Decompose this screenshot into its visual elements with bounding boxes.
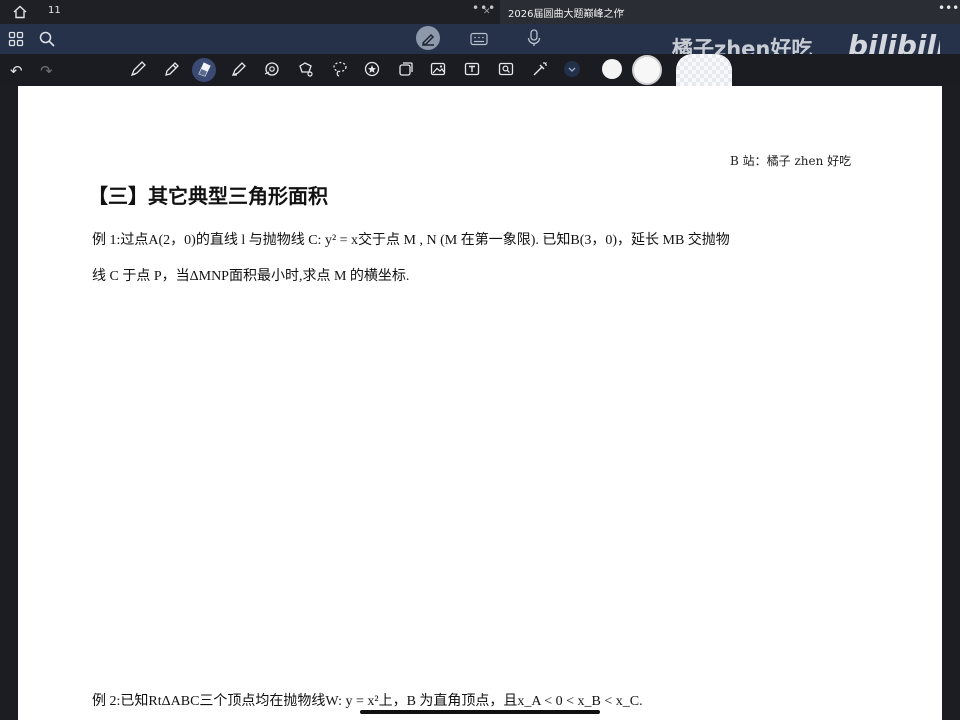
microphone-icon[interactable] (526, 29, 542, 47)
copy-icon[interactable] (396, 59, 416, 79)
example-1-line-2: 线 C 于点 P，当ΔMNP面积最小时,求点 M 的横坐标. (92, 269, 410, 284)
chevron-down-icon[interactable]: ⌄ (618, 4, 626, 15)
example-2-line-1: 例 2:已知RtΔABC三个顶点均在抛物线W: y = x²上，B 为直角顶点，… (92, 694, 643, 709)
search-icon[interactable] (38, 30, 56, 48)
redo-icon[interactable]: ↷ (40, 62, 53, 80)
lasso-icon[interactable] (296, 59, 316, 79)
home-indicator[interactable] (360, 710, 600, 714)
text-icon[interactable] (462, 59, 482, 79)
laser-pointer-icon[interactable] (530, 59, 550, 79)
example-1-line-1: 例 1:过点A(2，0)的直线 l 与抛物线 C: y² = x交于点 M , … (92, 233, 730, 248)
keyboard-icon[interactable] (470, 31, 488, 46)
image-icon[interactable] (428, 59, 448, 79)
document-title[interactable]: 2026届圆曲大题巅峰之作 (508, 5, 623, 20)
thumbnails-grid-icon[interactable] (8, 31, 24, 47)
tab-close-icon[interactable]: ✕ (483, 7, 491, 17)
pen-icon[interactable] (128, 59, 148, 79)
chevron-down-icon[interactable] (562, 59, 582, 79)
eraser-icon[interactable] (194, 59, 214, 79)
image-search-icon[interactable] (496, 59, 516, 79)
undo-icon[interactable]: ↶ (10, 62, 23, 80)
lasso-select-icon[interactable] (330, 59, 350, 79)
handwriting-mode-icon[interactable] (416, 26, 440, 50)
pencil-icon[interactable] (162, 59, 182, 79)
color-swatch-white-selected[interactable] (632, 55, 662, 85)
page-count: 11 (48, 5, 61, 16)
color-swatch-transparent[interactable] (676, 54, 732, 86)
section-title: 【三】其它典型三角形面积 (88, 184, 328, 208)
tab-left-area (0, 0, 500, 24)
color-swatch-white[interactable] (602, 59, 622, 79)
window-more-icon[interactable]: ••• (938, 1, 959, 15)
credit-text: B 站：橘子 zhen 好吃 (730, 154, 852, 168)
home-icon[interactable] (12, 4, 28, 20)
shape-icon[interactable] (262, 59, 282, 79)
highlighter-icon[interactable] (228, 59, 248, 79)
sticker-icon[interactable] (362, 59, 382, 79)
